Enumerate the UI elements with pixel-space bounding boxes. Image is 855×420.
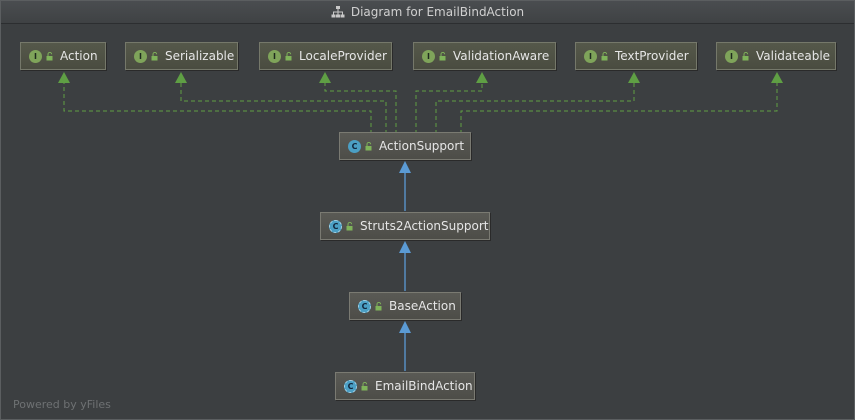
arrow-head — [628, 72, 640, 83]
node-action[interactable]: I Action — [20, 42, 106, 70]
node-label: EmailBindAction — [375, 379, 473, 393]
node-label: Action — [60, 49, 98, 63]
diagram-canvas[interactable]: I Action I Serializable I LocaleProvider… — [1, 1, 854, 419]
interface-icon: I — [584, 49, 597, 63]
node-label: Serializable — [165, 49, 235, 63]
arrow-head — [771, 72, 783, 83]
unlock-icon — [365, 141, 372, 150]
interface-icon: I — [134, 49, 147, 63]
unlock-icon — [742, 51, 749, 60]
node-action-support[interactable]: C ActionSupport — [339, 132, 471, 160]
node-label: ActionSupport — [379, 139, 465, 153]
node-text-provider[interactable]: I TextProvider — [575, 42, 697, 70]
edge-implements-validateable — [460, 83, 778, 134]
unlock-icon — [285, 51, 292, 60]
diagram-window: Diagram for EmailBindAction I Action I S… — [0, 0, 855, 420]
arrow-head — [399, 161, 411, 173]
node-email-bind-action[interactable]: C EmailBindAction — [335, 372, 475, 400]
class-icon: C — [348, 139, 361, 153]
abstract-class-icon: C — [358, 299, 371, 313]
interface-icon: I — [725, 49, 738, 63]
node-locale-provider[interactable]: I LocaleProvider — [259, 42, 392, 70]
node-label: ValidationAware — [453, 49, 550, 63]
class-icon: C — [344, 379, 357, 393]
unlock-icon — [151, 51, 158, 60]
edge-implements-validation-aware — [415, 83, 483, 134]
unlock-icon — [439, 51, 446, 60]
node-struts2-action-support[interactable]: C Struts2ActionSupport — [320, 212, 490, 240]
watermark-text: Powered by yFiles — [13, 398, 111, 411]
node-label: LocaleProvider — [299, 49, 387, 63]
node-base-action[interactable]: C BaseAction — [349, 292, 461, 320]
unlock-icon — [346, 221, 353, 230]
unlock-icon — [375, 301, 382, 310]
edge-implements-locale-provider — [324, 83, 397, 134]
interface-icon: I — [268, 49, 281, 63]
abstract-class-icon: C — [329, 219, 342, 233]
node-serializable[interactable]: I Serializable — [125, 42, 238, 70]
unlock-icon — [361, 381, 368, 390]
edge-implements-serializable — [180, 83, 387, 134]
interface-icon: I — [29, 49, 42, 63]
node-label: BaseAction — [389, 299, 456, 313]
unlock-icon — [601, 51, 608, 60]
arrow-head — [319, 72, 331, 83]
node-validation-aware[interactable]: I ValidationAware — [413, 42, 556, 70]
arrow-head — [476, 72, 488, 83]
interface-icon: I — [422, 49, 435, 63]
node-label: Validateable — [756, 49, 831, 63]
arrow-head — [58, 72, 70, 83]
node-label: Struts2ActionSupport — [360, 219, 489, 233]
unlock-icon — [46, 51, 53, 60]
node-label: TextProvider — [615, 49, 689, 63]
arrow-head — [399, 321, 411, 333]
node-validateable[interactable]: I Validateable — [716, 42, 836, 70]
arrow-head — [399, 241, 411, 253]
arrow-head — [175, 72, 187, 83]
